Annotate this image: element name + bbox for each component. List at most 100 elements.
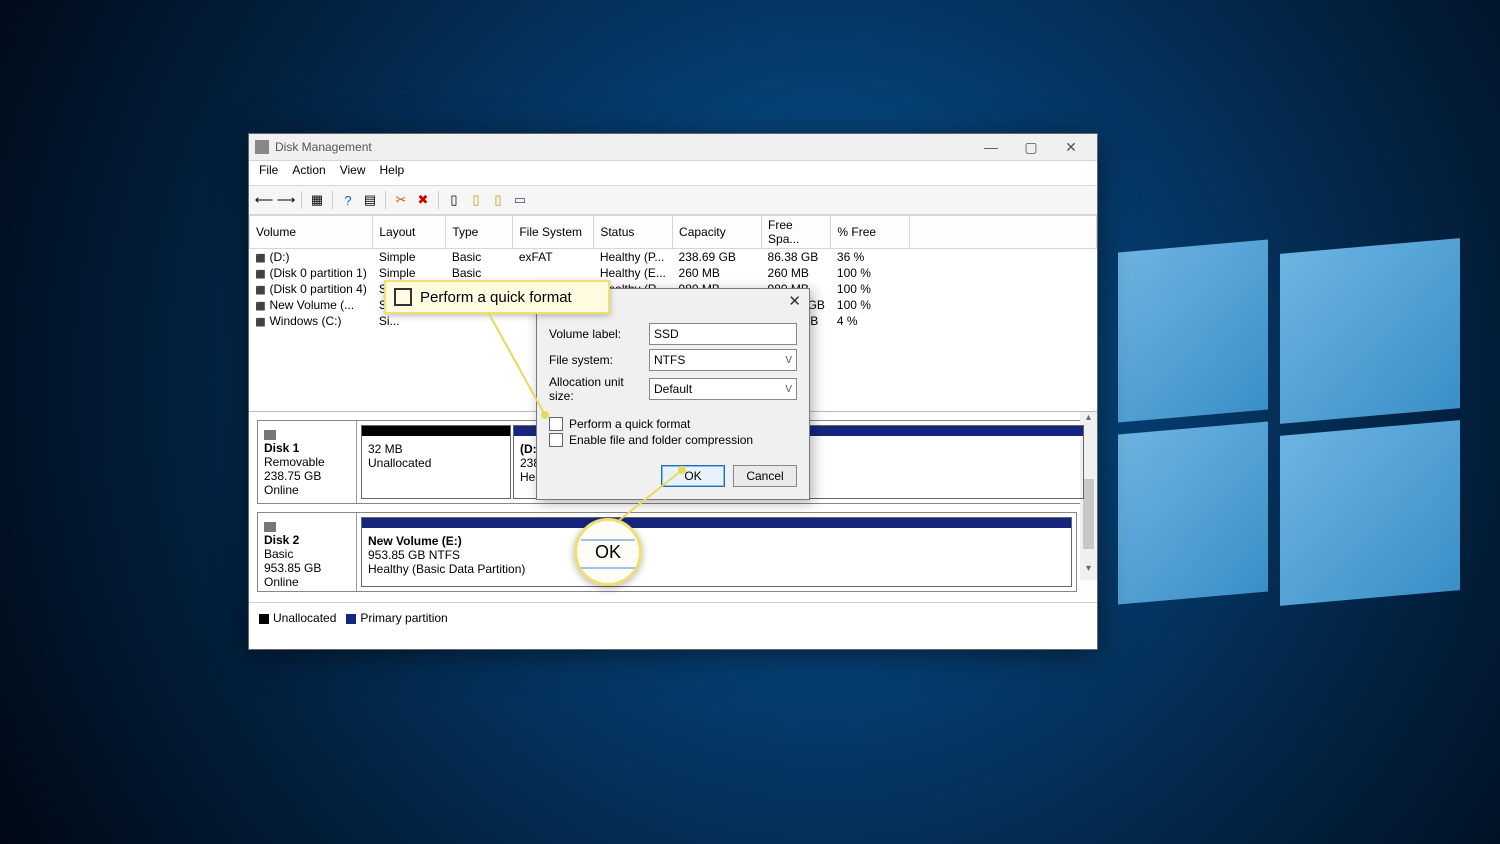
cell-type xyxy=(446,313,513,329)
cell-lay: Simple xyxy=(373,265,446,281)
col-type[interactable]: Type xyxy=(446,216,513,249)
help-icon[interactable]: ? xyxy=(339,191,357,209)
disk1-info: Disk 1 Removable 238.75 GB Online xyxy=(258,421,357,503)
disk2-row[interactable]: Disk 2 Basic 953.85 GB Online New Volume… xyxy=(257,512,1077,592)
table-row[interactable]: (D:)SimpleBasicexFATHealthy (P...238.69 … xyxy=(250,249,1097,266)
cell-pct: 100 % xyxy=(831,281,910,297)
part-bar-unallocated xyxy=(362,426,510,436)
d1p1-stat: Unallocated xyxy=(368,456,431,470)
filesystem-select[interactable]: NTFSV xyxy=(649,349,797,371)
forward-icon[interactable]: ⟶ xyxy=(277,191,295,209)
cell-pct: 100 % xyxy=(831,297,910,313)
part-bar-primary xyxy=(362,518,1071,528)
format-dialog: ✕ Volume label: SSD File system: NTFSV A… xyxy=(536,288,810,500)
disk1-part-unalloc[interactable]: 32 MBUnallocated xyxy=(361,425,511,499)
menu-action[interactable]: Action xyxy=(292,163,325,183)
tool-icon[interactable]: ▯ xyxy=(489,191,507,209)
cell-cap: 260 MB xyxy=(673,265,762,281)
action-icon[interactable]: ✂ xyxy=(392,191,410,209)
tool-icon[interactable]: ▯ xyxy=(445,191,463,209)
disk1-type: Removable xyxy=(264,455,325,469)
cell-fs xyxy=(513,265,594,281)
disk2-size: 953.85 GB xyxy=(264,561,321,575)
d2p1-stat: Healthy (Basic Data Partition) xyxy=(368,562,525,576)
compression-label: Enable file and folder compression xyxy=(569,433,753,447)
disk2-type: Basic xyxy=(264,547,293,561)
col-layout[interactable]: Layout xyxy=(373,216,446,249)
toolbar: ⟵ ⟶ ▦ ? ▤ ✂ ✖ ▯ ▯ ▯ ▭ xyxy=(249,186,1097,215)
callout-quick-label: Perform a quick format xyxy=(420,289,572,306)
quick-format-label: Perform a quick format xyxy=(569,417,690,431)
menu-view[interactable]: View xyxy=(340,163,366,183)
col-fs[interactable]: File System xyxy=(513,216,594,249)
cell-stat: Healthy (P... xyxy=(594,249,673,266)
menubar: File Action View Help xyxy=(249,161,1097,186)
tool-icon[interactable]: ▭ xyxy=(511,191,529,209)
cell-cap: 238.69 GB xyxy=(673,249,762,266)
compression-checkbox[interactable] xyxy=(549,433,563,447)
quick-format-checkbox[interactable] xyxy=(549,417,563,431)
window-title: Disk Management xyxy=(275,140,372,154)
separator xyxy=(385,191,386,209)
cell-fs: exFAT xyxy=(513,249,594,266)
menu-help[interactable]: Help xyxy=(380,163,405,183)
disk2-status: Online xyxy=(264,575,299,589)
table-row[interactable]: (Disk 0 partition 1)SimpleBasicHealthy (… xyxy=(250,265,1097,281)
disk2-name: Disk 2 xyxy=(264,533,350,547)
separator xyxy=(332,191,333,209)
cell-pct: 36 % xyxy=(831,249,910,266)
disk-icon xyxy=(264,430,276,440)
d2p1-size: 953.85 GB NTFS xyxy=(368,548,460,562)
disk1-name: Disk 1 xyxy=(264,441,350,455)
minimize-button[interactable]: — xyxy=(971,139,1011,156)
legend: Unallocated Primary partition xyxy=(249,602,1097,633)
disk1-status: Online xyxy=(264,483,299,497)
allocation-select[interactable]: Default V xyxy=(649,378,797,400)
delete-icon[interactable]: ✖ xyxy=(414,191,432,209)
ok-button[interactable]: OK xyxy=(661,465,725,487)
titlebar[interactable]: Disk Management — ▢ ✕ xyxy=(249,134,1097,161)
separator xyxy=(301,191,302,209)
cell-pct: 100 % xyxy=(831,265,910,281)
callout-ok: OK xyxy=(574,518,642,586)
cell-vol: (Disk 0 partition 1) xyxy=(250,265,373,281)
volume-label-value: SSD xyxy=(654,327,679,341)
properties-icon[interactable]: ▤ xyxy=(361,191,379,209)
cell-vol: Windows (C:) xyxy=(250,313,373,329)
cell-free: 86.38 GB xyxy=(762,249,831,266)
windows-logo xyxy=(1118,246,1460,598)
cell-vol: (Disk 0 partition 4) xyxy=(250,281,373,297)
disk1-size: 238.75 GB xyxy=(264,469,321,483)
cell-type: Basic xyxy=(446,249,513,266)
d1p1-size: 32 MB xyxy=(368,442,403,456)
cancel-button[interactable]: Cancel xyxy=(733,465,797,487)
app-icon xyxy=(255,140,269,154)
col-volume[interactable]: Volume xyxy=(250,216,373,249)
legend-unalloc-sw xyxy=(259,614,269,624)
chevron-down-icon: V xyxy=(785,384,792,395)
col-capacity[interactable]: Capacity xyxy=(673,216,762,249)
scroll-thumb[interactable] xyxy=(1083,479,1094,549)
refresh-icon[interactable]: ▦ xyxy=(308,191,326,209)
separator xyxy=(438,191,439,209)
col-status[interactable]: Status xyxy=(594,216,673,249)
allocation-value: Default xyxy=(654,382,692,396)
col-spacer xyxy=(910,216,1097,249)
dialog-close-icon[interactable]: ✕ xyxy=(788,292,801,310)
tool-icon[interactable]: ▯ xyxy=(467,191,485,209)
volume-label-label: Volume label: xyxy=(549,327,649,341)
disk2-part-e[interactable]: New Volume (E:)953.85 GB NTFSHealthy (Ba… xyxy=(361,517,1072,587)
scroll-down-icon[interactable]: ▾ xyxy=(1080,563,1097,580)
col-free[interactable]: Free Spa... xyxy=(762,216,831,249)
menu-file[interactable]: File xyxy=(259,163,278,183)
volume-label-input[interactable]: SSD xyxy=(649,323,797,345)
close-button[interactable]: ✕ xyxy=(1051,139,1091,156)
legend-unalloc: Unallocated xyxy=(273,611,336,625)
maximize-button[interactable]: ▢ xyxy=(1011,139,1051,156)
cell-pct: 4 % xyxy=(831,313,910,329)
back-icon[interactable]: ⟵ xyxy=(255,191,273,209)
cell-lay: Simple xyxy=(373,249,446,266)
col-pctfree[interactable]: % Free xyxy=(831,216,910,249)
callout-checkbox-icon xyxy=(394,288,412,306)
callout-quick-format: Perform a quick format xyxy=(384,280,610,314)
